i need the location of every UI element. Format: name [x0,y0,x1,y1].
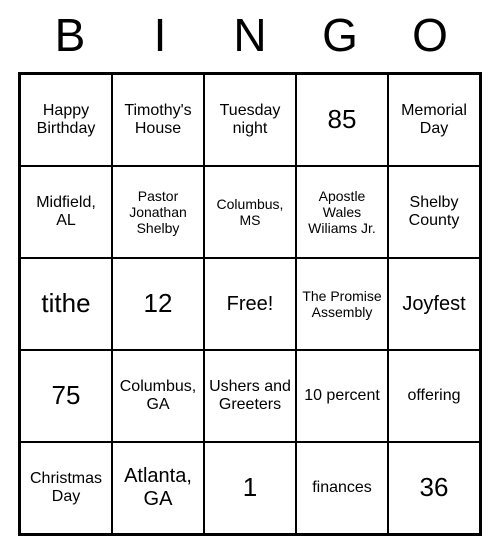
bingo-cell-3-0[interactable]: 75 [20,350,112,442]
bingo-cell-2-0[interactable]: tithe [20,258,112,350]
bingo-cell-1-3[interactable]: Apostle Wales Wiliams Jr. [296,166,388,258]
bingo-cell-0-4[interactable]: Memorial Day [388,74,480,166]
bingo-cell-4-3[interactable]: finances [296,442,388,534]
bingo-cell-0-2[interactable]: Tuesday night [204,74,296,166]
bingo-cell-4-0[interactable]: Christmas Day [20,442,112,534]
bingo-header: B I N G O [20,8,480,62]
bingo-cell-1-4[interactable]: Shelby County [388,166,480,258]
header-letter-b: B [40,8,100,62]
bingo-cell-2-2[interactable]: Free! [204,258,296,350]
bingo-cell-1-1[interactable]: Pastor Jonathan Shelby [112,166,204,258]
bingo-cell-2-4[interactable]: Joyfest [388,258,480,350]
bingo-cell-3-1[interactable]: Columbus, GA [112,350,204,442]
bingo-cell-1-2[interactable]: Columbus, MS [204,166,296,258]
header-letter-o: O [400,8,460,62]
bingo-cell-3-3[interactable]: 10 percent [296,350,388,442]
bingo-cell-4-2[interactable]: 1 [204,442,296,534]
bingo-cell-0-1[interactable]: Timothy's House [112,74,204,166]
bingo-cell-0-0[interactable]: Happy Birthday [20,74,112,166]
bingo-cell-3-2[interactable]: Ushers and Greeters [204,350,296,442]
bingo-cell-2-3[interactable]: The Promise Assembly [296,258,388,350]
bingo-cell-1-0[interactable]: Midfield, AL [20,166,112,258]
bingo-cell-3-4[interactable]: offering [388,350,480,442]
bingo-grid: Happy BirthdayTimothy's HouseTuesday nig… [18,72,482,536]
bingo-cell-0-3[interactable]: 85 [296,74,388,166]
header-letter-i: I [130,8,190,62]
header-letter-n: N [220,8,280,62]
bingo-cell-4-1[interactable]: Atlanta, GA [112,442,204,534]
bingo-cell-2-1[interactable]: 12 [112,258,204,350]
header-letter-g: G [310,8,370,62]
bingo-cell-4-4[interactable]: 36 [388,442,480,534]
